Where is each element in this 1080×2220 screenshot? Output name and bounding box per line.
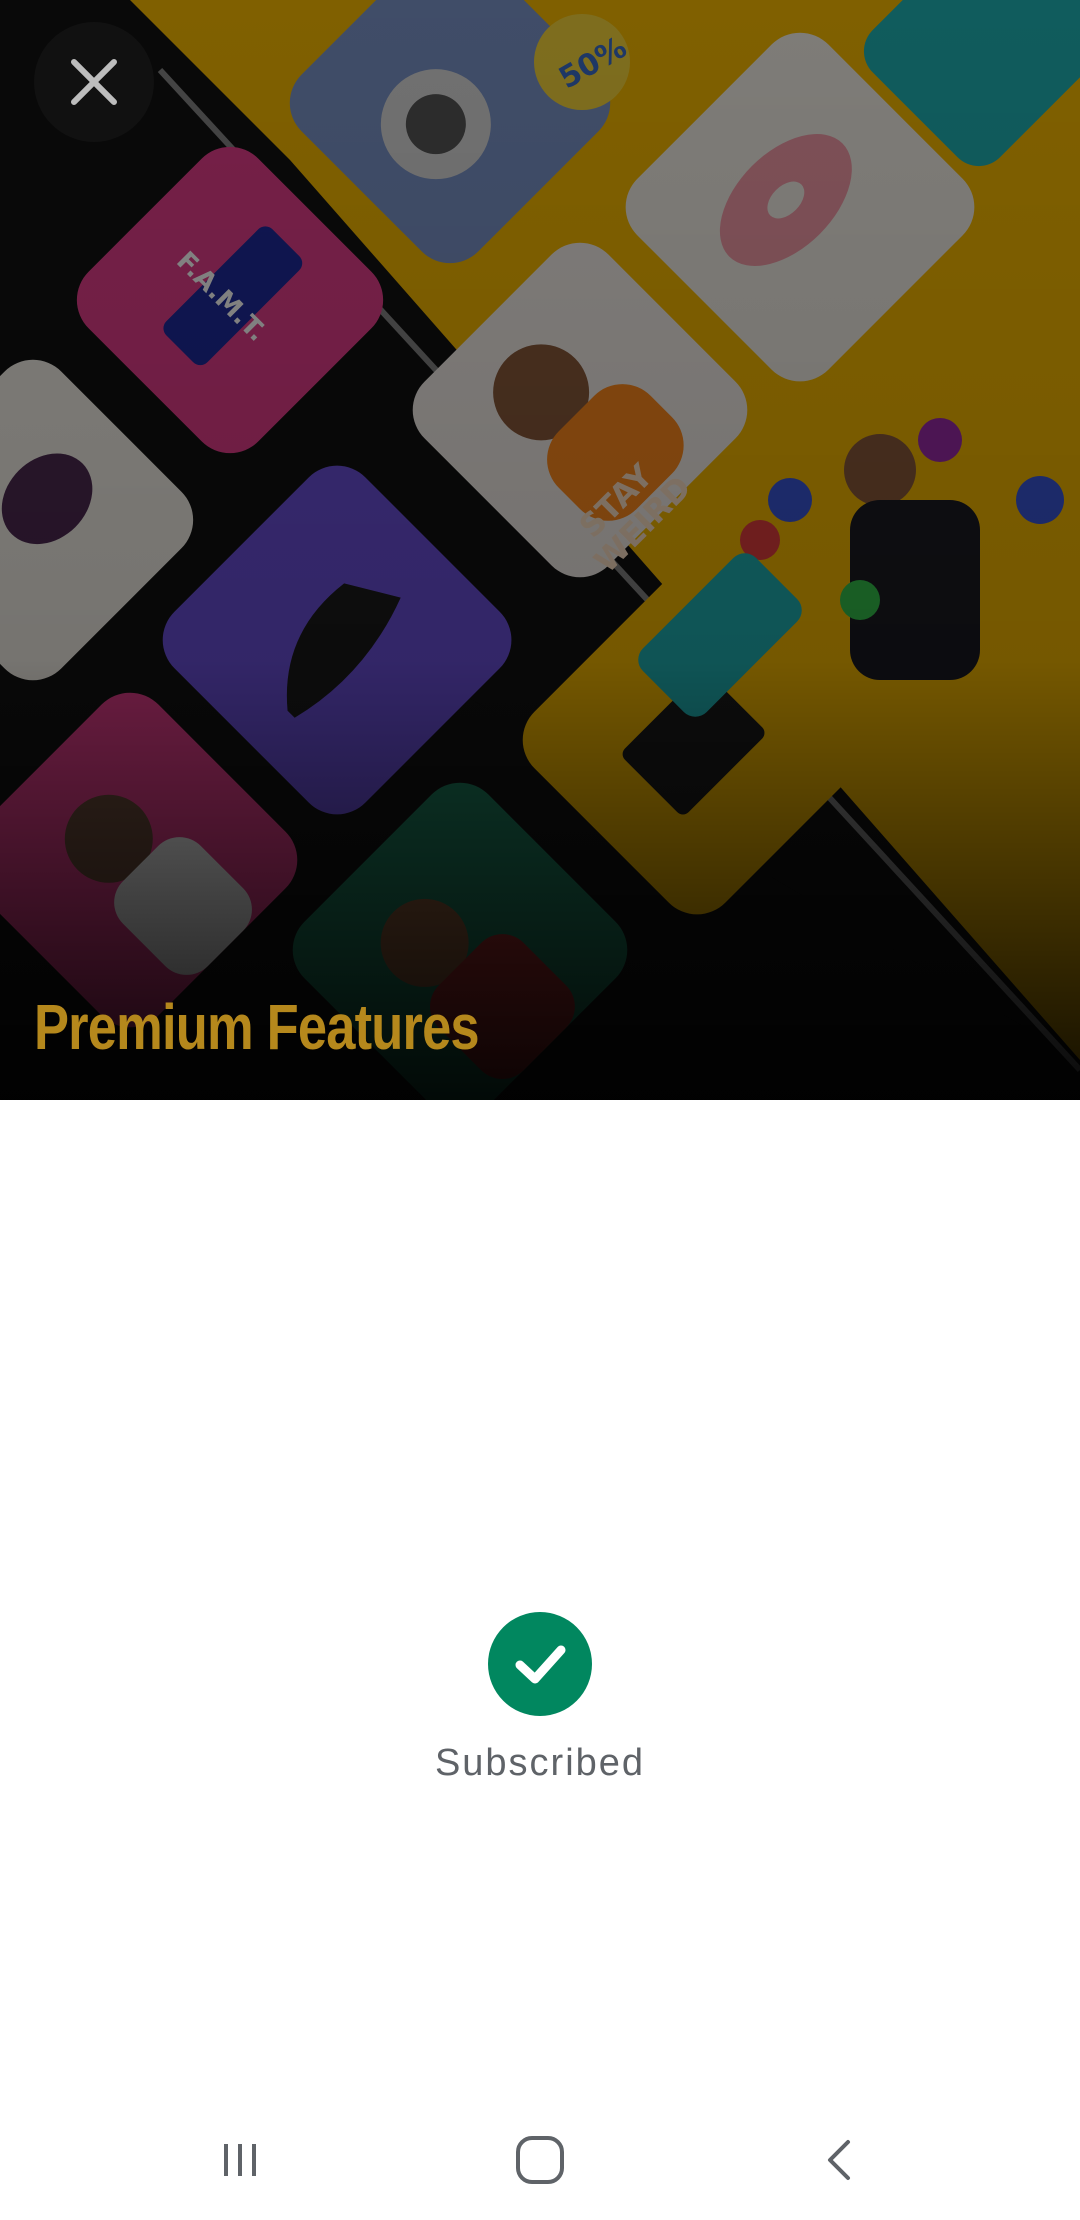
hero-collage-image: 50% F.A.M.T. STAY WEIRD xyxy=(0,0,1080,1100)
back-icon xyxy=(828,2140,850,2180)
close-icon xyxy=(71,59,117,105)
premium-hero-banner: 50% F.A.M.T. STAY WEIRD Premium Features xyxy=(0,0,1080,1100)
system-navigation-bar xyxy=(0,2100,1080,2220)
subscribed-label: Subscribed xyxy=(434,1742,646,1784)
close-button[interactable] xyxy=(34,22,154,142)
recents-icon xyxy=(224,2144,256,2176)
home-button[interactable] xyxy=(480,2110,600,2210)
home-icon xyxy=(516,2136,564,2184)
subscription-status: Subscribed xyxy=(0,1612,1080,1785)
recents-button[interactable] xyxy=(180,2110,300,2210)
premium-features-title: Premium Features xyxy=(34,991,480,1063)
check-circle-icon xyxy=(488,1612,592,1716)
subscription-screen: 50% F.A.M.T. STAY WEIRD Premium Features… xyxy=(0,0,1080,2220)
back-button[interactable] xyxy=(780,2110,900,2210)
